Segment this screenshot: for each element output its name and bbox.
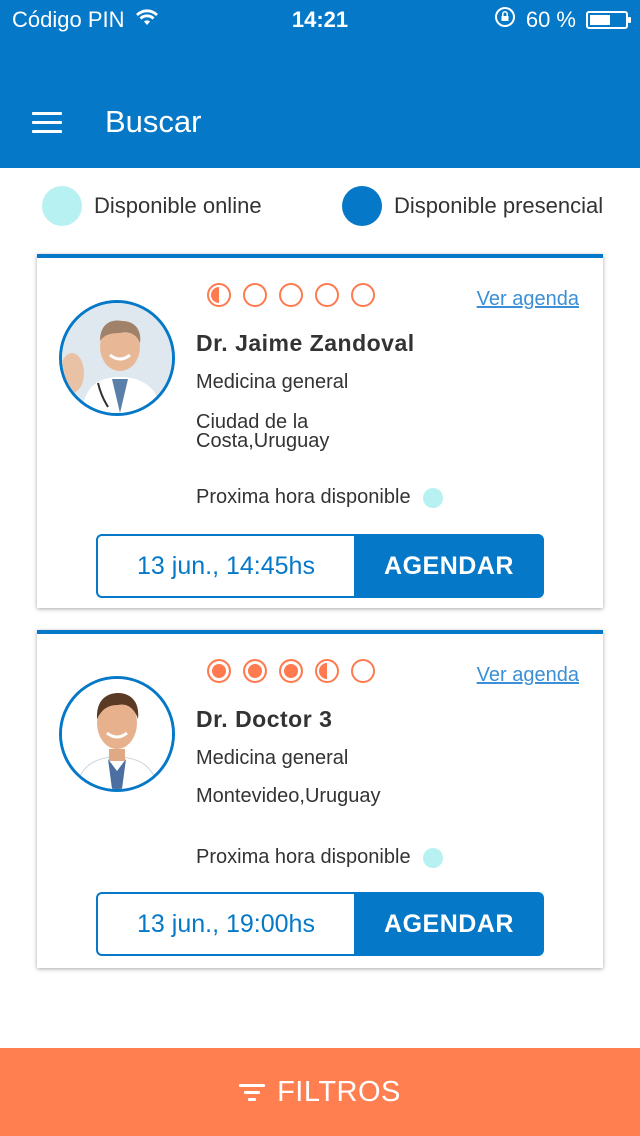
booking-row: 13 jun., 19:00hs AGENDAR — [96, 892, 544, 956]
doctor-specialty: Medicina general — [196, 371, 349, 393]
carrier-label: Código PIN — [12, 7, 125, 32]
slot-time[interactable]: 13 jun., 19:00hs — [96, 892, 354, 956]
rating-circle-icon — [243, 283, 267, 307]
rating-stars — [207, 283, 375, 307]
wifi-icon — [135, 7, 159, 33]
online-dot-icon — [42, 186, 82, 226]
filtros-label: FILTROS — [277, 1075, 401, 1108]
hamburger-menu-icon[interactable] — [32, 112, 62, 134]
rating-circle-icon — [315, 659, 339, 683]
battery-percent: 60 % — [525, 7, 576, 32]
doctor-specialty: Medicina general — [196, 747, 349, 769]
online-dot-icon — [422, 487, 443, 508]
agendar-button[interactable]: AGENDAR — [354, 534, 544, 598]
ver-agenda-link[interactable]: Ver agenda — [477, 664, 579, 687]
legend-presencial-label: Disponible presencial — [394, 193, 604, 218]
legend-online-label: Disponible online — [94, 193, 262, 218]
status-bar: Código PIN 14:21 60 % — [0, 0, 640, 40]
rating-circle-icon — [243, 659, 267, 683]
rating-circle-icon — [315, 283, 339, 307]
doctor-location: Ciudad de la Costa,Uruguay — [196, 411, 330, 452]
slot-time[interactable]: 13 jun., 14:45hs — [96, 534, 354, 598]
ver-agenda-link[interactable]: Ver agenda — [477, 288, 579, 311]
next-availability: Proxima hora disponible — [196, 486, 443, 509]
rotation-lock-icon — [494, 6, 516, 34]
availability-legend: Disponible online Disponible presencial — [0, 186, 640, 226]
filtros-button[interactable]: FILTROS — [0, 1048, 640, 1136]
booking-row: 13 jun., 14:45hs AGENDAR — [96, 534, 544, 598]
rating-circle-icon — [279, 659, 303, 683]
next-availability-label: Proxima hora disponible — [196, 846, 411, 868]
legend-presencial: Disponible presencial — [342, 186, 603, 226]
doctor-card: Ver agenda Dr. Doctor 3 Medicina general… — [37, 630, 603, 968]
rating-circle-icon — [351, 659, 375, 683]
rating-circle-icon — [207, 283, 231, 307]
agendar-button[interactable]: AGENDAR — [354, 892, 544, 956]
online-dot-icon — [422, 847, 443, 868]
legend-online: Disponible online — [42, 186, 262, 226]
doctor-avatar — [59, 300, 175, 416]
rating-circle-icon — [351, 283, 375, 307]
rating-circle-icon — [279, 283, 303, 307]
next-availability-label: Proxima hora disponible — [196, 486, 411, 508]
doctor-card: Ver agenda Dr. Jaime Zandoval Medicina g… — [37, 254, 603, 608]
doctor-avatar — [59, 676, 175, 792]
presencial-dot-icon — [342, 186, 382, 226]
next-availability: Proxima hora disponible — [196, 846, 443, 869]
doctor-name: Dr. Jaime Zandoval — [196, 330, 415, 356]
filter-icon — [239, 1082, 266, 1102]
doctor-location: Montevideo,Uruguay — [196, 785, 381, 807]
app-bar: Buscar — [0, 40, 640, 168]
page-title: Buscar — [105, 104, 202, 139]
rating-circle-icon — [207, 659, 231, 683]
battery-icon — [586, 11, 631, 29]
rating-stars — [207, 659, 375, 683]
doctor-name: Dr. Doctor 3 — [196, 706, 333, 732]
